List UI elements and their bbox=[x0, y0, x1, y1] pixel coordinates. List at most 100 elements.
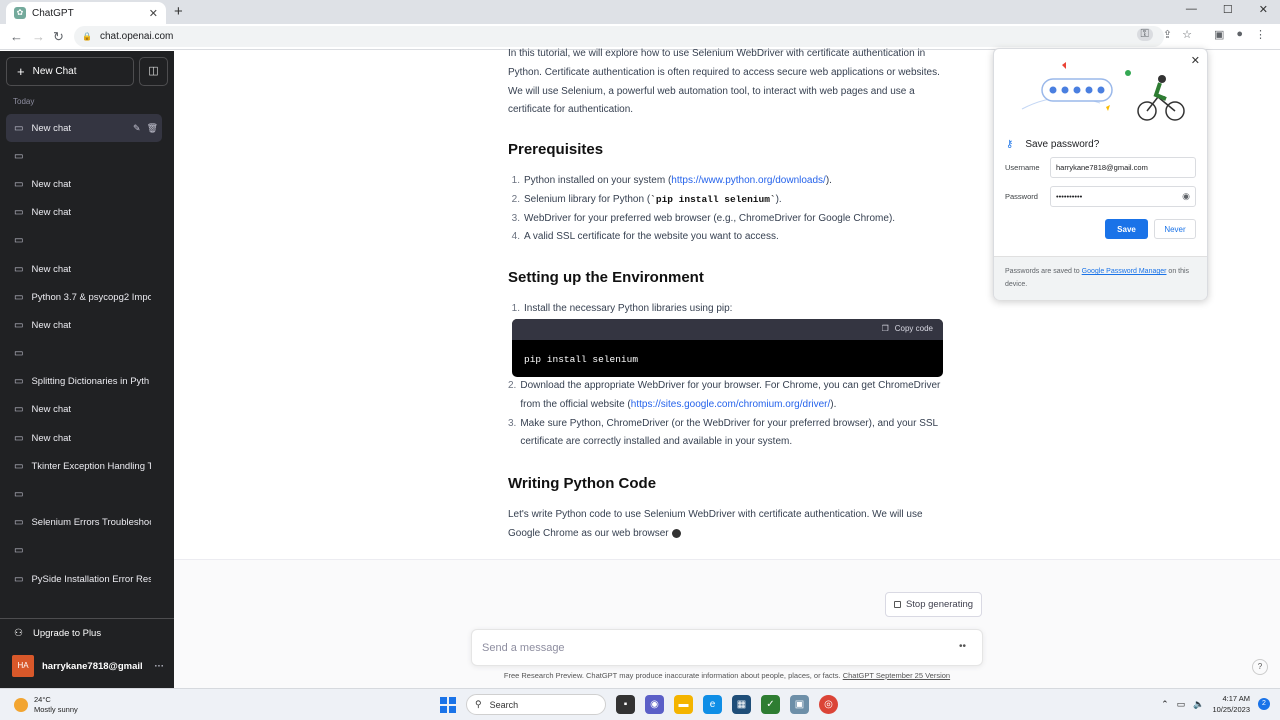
new-tab-button[interactable]: + bbox=[174, 3, 183, 20]
window-close-icon[interactable]: ✕ bbox=[1259, 3, 1268, 16]
clock[interactable]: 4:17 AM 10/25/2023 bbox=[1212, 693, 1250, 715]
back-icon[interactable]: ← bbox=[10, 29, 23, 44]
reload-icon[interactable]: ↻ bbox=[53, 29, 64, 45]
list-item: 2. Selenium library for Python (`pip inst… bbox=[511, 193, 782, 205]
chat-bubble-icon: ▭ bbox=[14, 150, 24, 162]
list-item: 1. Install the necessary Python libraries… bbox=[508, 300, 733, 319]
message-input[interactable]: Send a message •• bbox=[471, 629, 983, 666]
code-header: ❐ Copy code bbox=[512, 319, 943, 340]
tab-close-icon[interactable]: ✕ bbox=[149, 7, 158, 20]
chat-history-item[interactable]: ▭ Selenium Errors Troubleshoo bbox=[6, 509, 162, 537]
never-button[interactable]: Never bbox=[1154, 219, 1196, 239]
chat-history-item[interactable]: ▭ Python 3.7 & psycopg2 Impo bbox=[6, 283, 162, 311]
chat-history-item[interactable]: ▭ Tkinter Exception Handling T bbox=[6, 452, 162, 480]
heading-setup: Setting up the Environment bbox=[508, 269, 704, 286]
menu-kebab-icon[interactable]: ⋮ bbox=[1255, 28, 1266, 41]
chrome-icon[interactable]: ◎ bbox=[819, 695, 838, 714]
save-button[interactable]: Save bbox=[1105, 219, 1148, 239]
password-value: •••••••••• bbox=[1056, 192, 1083, 201]
sidebar-toggle-icon[interactable]: ◫ bbox=[139, 57, 168, 86]
copy-code-button[interactable]: Copy code bbox=[895, 320, 933, 339]
network-icon[interactable]: ▭ bbox=[1177, 699, 1186, 710]
weather-widget[interactable]: 24°C Mostly sunny bbox=[14, 695, 78, 715]
list-text: A valid SSL certificate for the website … bbox=[524, 231, 779, 243]
composer-area bbox=[174, 559, 1280, 688]
chromedriver-link[interactable]: https://sites.google.com/chromium.org/dr… bbox=[631, 399, 831, 410]
typing-cursor bbox=[671, 528, 681, 538]
taskbar-search[interactable]: ⚲ Search bbox=[466, 694, 606, 715]
python-downloads-link[interactable]: https://www.python.org/downloads/ bbox=[671, 175, 826, 186]
chat-history-item[interactable]: ▭ New chat bbox=[6, 311, 162, 339]
trash-icon[interactable]: 🗑 bbox=[147, 123, 158, 134]
chat-bubble-icon: ▭ bbox=[14, 319, 24, 331]
version-link[interactable]: ChatGPT September 25 Version bbox=[843, 671, 950, 680]
forward-icon[interactable]: → bbox=[32, 29, 45, 44]
chat-bubble-icon: ▭ bbox=[14, 460, 24, 472]
chat-title: New chat bbox=[31, 207, 72, 219]
password-illustration bbox=[1021, 62, 1185, 121]
url-text: chat.openai.com bbox=[99, 31, 174, 42]
remote-desktop-icon[interactable]: ▣ bbox=[790, 695, 809, 714]
date-group-label: Today bbox=[13, 97, 35, 106]
list-text: Install the necessary Python libraries u… bbox=[524, 303, 733, 314]
new-chat-button[interactable]: + New Chat bbox=[6, 57, 134, 86]
profile-icon[interactable]: ● bbox=[1236, 28, 1243, 41]
edit-icon[interactable]: ✎ bbox=[133, 123, 141, 134]
chat-history-item[interactable]: ▭ bbox=[6, 227, 162, 255]
new-chat-label: New Chat bbox=[32, 66, 77, 77]
task-view-icon[interactable]: ▪ bbox=[616, 695, 635, 714]
password-key-icon[interactable]: ⚿ bbox=[1136, 28, 1153, 41]
chat-sidebar: + New Chat ◫ Today ▭ New chat ✎ 🗑 ▭ ▭ New … bbox=[0, 51, 174, 688]
browser-tab[interactable]: ✿ ChatGPT ✕ bbox=[6, 2, 166, 24]
window-controls: — ☐ ✕ bbox=[1186, 3, 1268, 16]
store-icon[interactable]: ▦ bbox=[732, 695, 751, 714]
minimize-icon[interactable]: — bbox=[1186, 3, 1197, 16]
chat-title: Selenium Errors Troubleshoo bbox=[31, 517, 152, 529]
chat-app-icon[interactable]: ◉ bbox=[645, 695, 664, 714]
sun-icon bbox=[14, 698, 28, 712]
chat-history-item[interactable]: ▭ New chat bbox=[6, 170, 162, 198]
lock-icon[interactable]: 🔒 bbox=[82, 32, 92, 41]
share-icon[interactable]: ⇪ bbox=[1163, 28, 1172, 41]
username-field[interactable]: harrykane7818@gmail.com bbox=[1050, 157, 1196, 178]
chevron-up-icon[interactable]: ⌃ bbox=[1161, 699, 1169, 710]
upgrade-to-plus-button[interactable]: ⚇ Upgrade to Plus bbox=[14, 628, 101, 639]
chat-title: Splitting Dictionaries in Pyth bbox=[31, 376, 150, 388]
tab-title: ChatGPT bbox=[32, 7, 74, 19]
footer-text: Passwords are saved to bbox=[1005, 268, 1082, 275]
maximize-icon[interactable]: ☐ bbox=[1223, 3, 1233, 16]
stop-generating-button[interactable]: Stop generating bbox=[885, 592, 982, 617]
chat-history-item[interactable]: ▭ New chat ✎ 🗑 bbox=[6, 114, 162, 143]
user-account-button[interactable]: HA harrykane7818@gmail.c ··· bbox=[12, 655, 164, 677]
chat-history-item[interactable]: ▭ bbox=[6, 340, 162, 368]
windows-start-icon[interactable] bbox=[440, 696, 456, 713]
address-bar[interactable]: 🔒 chat.openai.com bbox=[74, 26, 1164, 47]
username-value: harrykane7818@gmail.com bbox=[1056, 163, 1148, 172]
dialog-footer: Passwords are saved to Google Password M… bbox=[994, 256, 1207, 300]
password-field[interactable]: •••••••••• ◉ bbox=[1050, 186, 1196, 207]
list-text: Python installed on your system ( bbox=[524, 175, 672, 186]
chat-history-item[interactable]: ▭ Splitting Dictionaries in Pyth bbox=[6, 368, 162, 396]
bookmark-star-icon[interactable]: ☆ bbox=[1182, 28, 1192, 41]
help-icon[interactable]: ? bbox=[1252, 659, 1268, 675]
sheets-icon[interactable]: ✓ bbox=[761, 695, 780, 714]
close-icon[interactable]: ✕ bbox=[1191, 54, 1200, 67]
chat-history-item[interactable]: ▭ bbox=[6, 480, 162, 508]
chat-history-item[interactable]: ▭ New chat bbox=[6, 424, 162, 452]
chat-history-item[interactable]: ▭ New chat bbox=[6, 255, 162, 283]
edge-icon[interactable]: e bbox=[703, 695, 722, 714]
password-manager-link[interactable]: Google Password Manager bbox=[1082, 268, 1167, 275]
chat-history-item[interactable]: ▭ bbox=[6, 142, 162, 170]
notification-badge[interactable]: 2 bbox=[1258, 698, 1270, 710]
eye-icon[interactable]: ◉ bbox=[1182, 191, 1190, 202]
chat-history-item[interactable]: ▭ New chat bbox=[6, 199, 162, 227]
chat-history-item[interactable]: ▭ bbox=[6, 537, 162, 565]
chat-history-item[interactable]: ▭ New chat bbox=[6, 396, 162, 424]
chat-history-item[interactable]: ▭ PySide Installation Error Reso bbox=[6, 565, 162, 593]
search-icon: ⚲ bbox=[475, 699, 482, 709]
more-options-icon[interactable]: ··· bbox=[155, 661, 165, 672]
side-panel-icon[interactable]: ▣ bbox=[1214, 28, 1224, 41]
volume-icon[interactable]: 🔈 bbox=[1193, 699, 1204, 710]
toolbar-right-icons: ▣ ● ⋮ bbox=[1214, 28, 1266, 41]
file-explorer-icon[interactable]: ▬ bbox=[674, 695, 693, 714]
